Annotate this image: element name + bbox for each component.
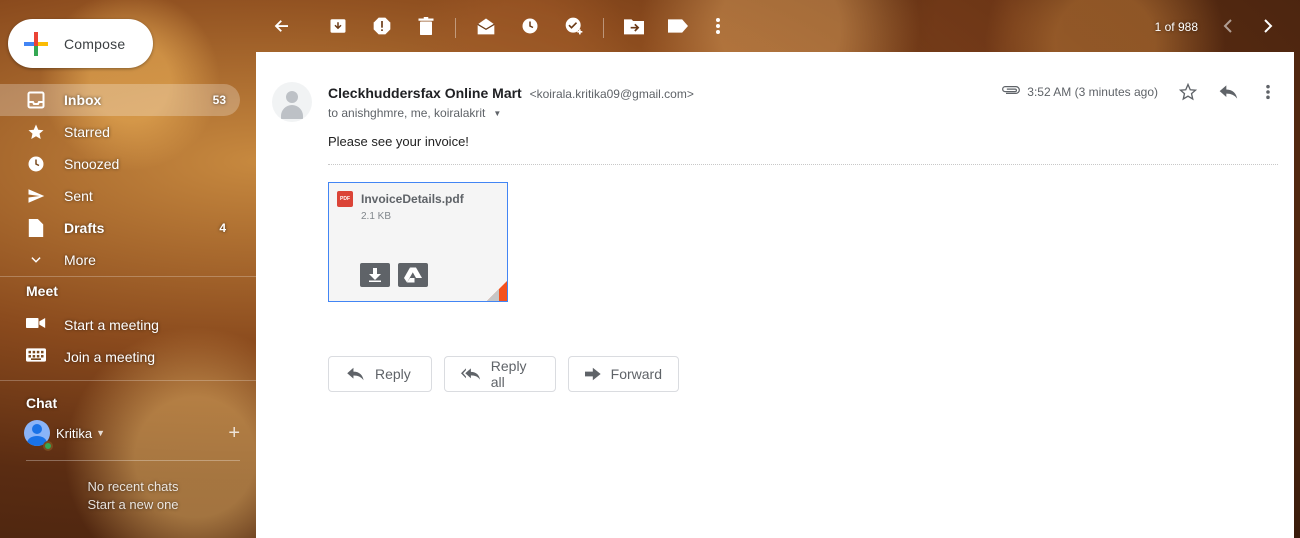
- send-icon: [26, 186, 46, 206]
- join-meeting-label: Join a meeting: [64, 348, 156, 365]
- chat-user-row[interactable]: Kritika ▼ +: [24, 420, 240, 446]
- sidebar-item-label: Snoozed: [64, 156, 120, 172]
- sidebar-item-label: Sent: [64, 188, 93, 204]
- compose-button[interactable]: Compose: [8, 19, 153, 68]
- pagination-text: 1 of 988: [1154, 20, 1198, 34]
- message-body: Please see your invoice!: [328, 134, 469, 149]
- sidebar-item-label: Drafts: [64, 220, 105, 236]
- archive-icon[interactable]: [328, 16, 348, 36]
- sidebar-item-inbox[interactable]: Inbox 53: [0, 84, 240, 116]
- reply-all-label: Reply all: [490, 358, 527, 390]
- label-icon[interactable]: [668, 16, 688, 36]
- pdf-icon: PDF: [337, 191, 353, 207]
- toolbar-separator: [603, 18, 604, 38]
- download-icon: [369, 268, 381, 282]
- sidebar-item-drafts[interactable]: Drafts 4: [0, 212, 240, 244]
- drive-add-icon: [404, 267, 422, 283]
- sidebar-item-label: Inbox: [64, 92, 102, 108]
- attachment-card[interactable]: PDF InvoiceDetails.pdf 2.1 KB: [328, 182, 508, 302]
- move-to-icon[interactable]: [624, 16, 644, 36]
- chevron-right-icon[interactable]: [1258, 16, 1278, 36]
- show-details-caret-icon[interactable]: ▼: [493, 109, 501, 118]
- reply-label: Reply: [375, 366, 411, 382]
- sidebar-item-starred[interactable]: Starred: [0, 116, 240, 148]
- divider: [328, 164, 1278, 165]
- recipients: to anishghmre, me, koiralakrit: [328, 106, 486, 120]
- email-view: Cleckhuddersfax Online Mart <koirala.kri…: [256, 52, 1294, 538]
- delete-icon[interactable]: [416, 16, 436, 36]
- report-spam-icon[interactable]: [372, 16, 392, 36]
- attachment-size: 2.1 KB: [361, 211, 392, 222]
- sidebar-item-label: More: [64, 252, 96, 268]
- sender-email: <koirala.kritika09@gmail.com>: [529, 87, 694, 101]
- add-chat-icon[interactable]: +: [228, 423, 240, 443]
- reply-actions: Reply Reply all Forward: [328, 356, 691, 392]
- reply-icon[interactable]: [1218, 82, 1238, 102]
- forward-label: Forward: [610, 366, 662, 382]
- chat-section-title: Chat: [26, 395, 58, 411]
- add-to-tasks-icon[interactable]: [564, 16, 584, 36]
- clock-icon: [26, 154, 46, 174]
- reply-button[interactable]: Reply: [328, 356, 432, 392]
- start-new-chat-link[interactable]: Start a new one: [26, 497, 240, 512]
- sidebar-item-more[interactable]: More: [0, 244, 240, 276]
- join-meeting-item[interactable]: Join a meeting: [26, 347, 155, 366]
- compose-plus-icon: [24, 31, 48, 56]
- paperclip-icon: [1001, 83, 1021, 101]
- more-vert-icon[interactable]: [708, 16, 728, 36]
- sender-avatar[interactable]: [272, 82, 312, 122]
- forward-icon: [585, 367, 601, 381]
- download-button[interactable]: [360, 263, 390, 287]
- save-to-drive-button[interactable]: [398, 263, 428, 287]
- star-icon[interactable]: [1178, 82, 1198, 102]
- mark-unread-icon[interactable]: [476, 16, 496, 36]
- chevron-left-icon[interactable]: [1218, 16, 1238, 36]
- reply-all-button[interactable]: Reply all: [444, 356, 556, 392]
- no-chats-text: No recent chats: [87, 479, 179, 494]
- compose-label: Compose: [64, 35, 126, 52]
- snooze-icon[interactable]: [520, 16, 540, 36]
- sidebar: Compose Inbox 53 Starred Snoozed Sent Dr…: [0, 0, 256, 538]
- sender-name[interactable]: Cleckhuddersfax Online Mart: [328, 85, 522, 101]
- star-icon: [26, 122, 46, 142]
- sidebar-item-snoozed[interactable]: Snoozed: [0, 148, 240, 180]
- message-meta: 3:52 AM (3 minutes ago): [1001, 82, 1278, 102]
- divider: [0, 276, 256, 277]
- start-meeting-label: Start a meeting: [64, 316, 159, 333]
- nav-list: Inbox 53 Starred Snoozed Sent Drafts 4 M…: [0, 84, 240, 276]
- chat-user-name: Kritika: [56, 425, 93, 441]
- attachment-name: InvoiceDetails.pdf: [361, 192, 464, 206]
- keyboard-icon: [26, 347, 46, 366]
- back-arrow-icon[interactable]: [272, 16, 292, 36]
- more-vert-icon[interactable]: [1258, 82, 1278, 102]
- message-time: 3:52 AM (3 minutes ago): [1027, 85, 1158, 99]
- attachment-corner-fold: [487, 281, 507, 301]
- online-status-icon: [43, 441, 53, 451]
- video-camera-icon: [26, 315, 46, 334]
- divider: [0, 380, 256, 381]
- draft-count: 4: [219, 221, 226, 235]
- unread-count: 53: [212, 93, 226, 107]
- chat-empty-state: No recent chats Start a new one: [26, 460, 240, 538]
- forward-button[interactable]: Forward: [568, 356, 679, 392]
- toolbar: 1 of 988: [256, 0, 1300, 52]
- toolbar-separator: [455, 18, 456, 38]
- meet-section-title: Meet: [26, 283, 58, 299]
- recipients-line: to anishghmre, me, koiralakrit ▼: [328, 106, 501, 120]
- sidebar-item-sent[interactable]: Sent: [0, 180, 240, 212]
- reply-all-icon: [461, 368, 481, 380]
- sender-line: Cleckhuddersfax Online Mart <koirala.kri…: [328, 85, 694, 101]
- caret-down-icon: ▼: [96, 428, 106, 438]
- draft-icon: [26, 218, 46, 238]
- reply-icon: [347, 367, 364, 381]
- chevron-down-icon: [26, 250, 46, 270]
- inbox-icon: [26, 90, 46, 110]
- start-meeting-item[interactable]: Start a meeting: [26, 315, 159, 334]
- sidebar-item-label: Starred: [64, 124, 110, 140]
